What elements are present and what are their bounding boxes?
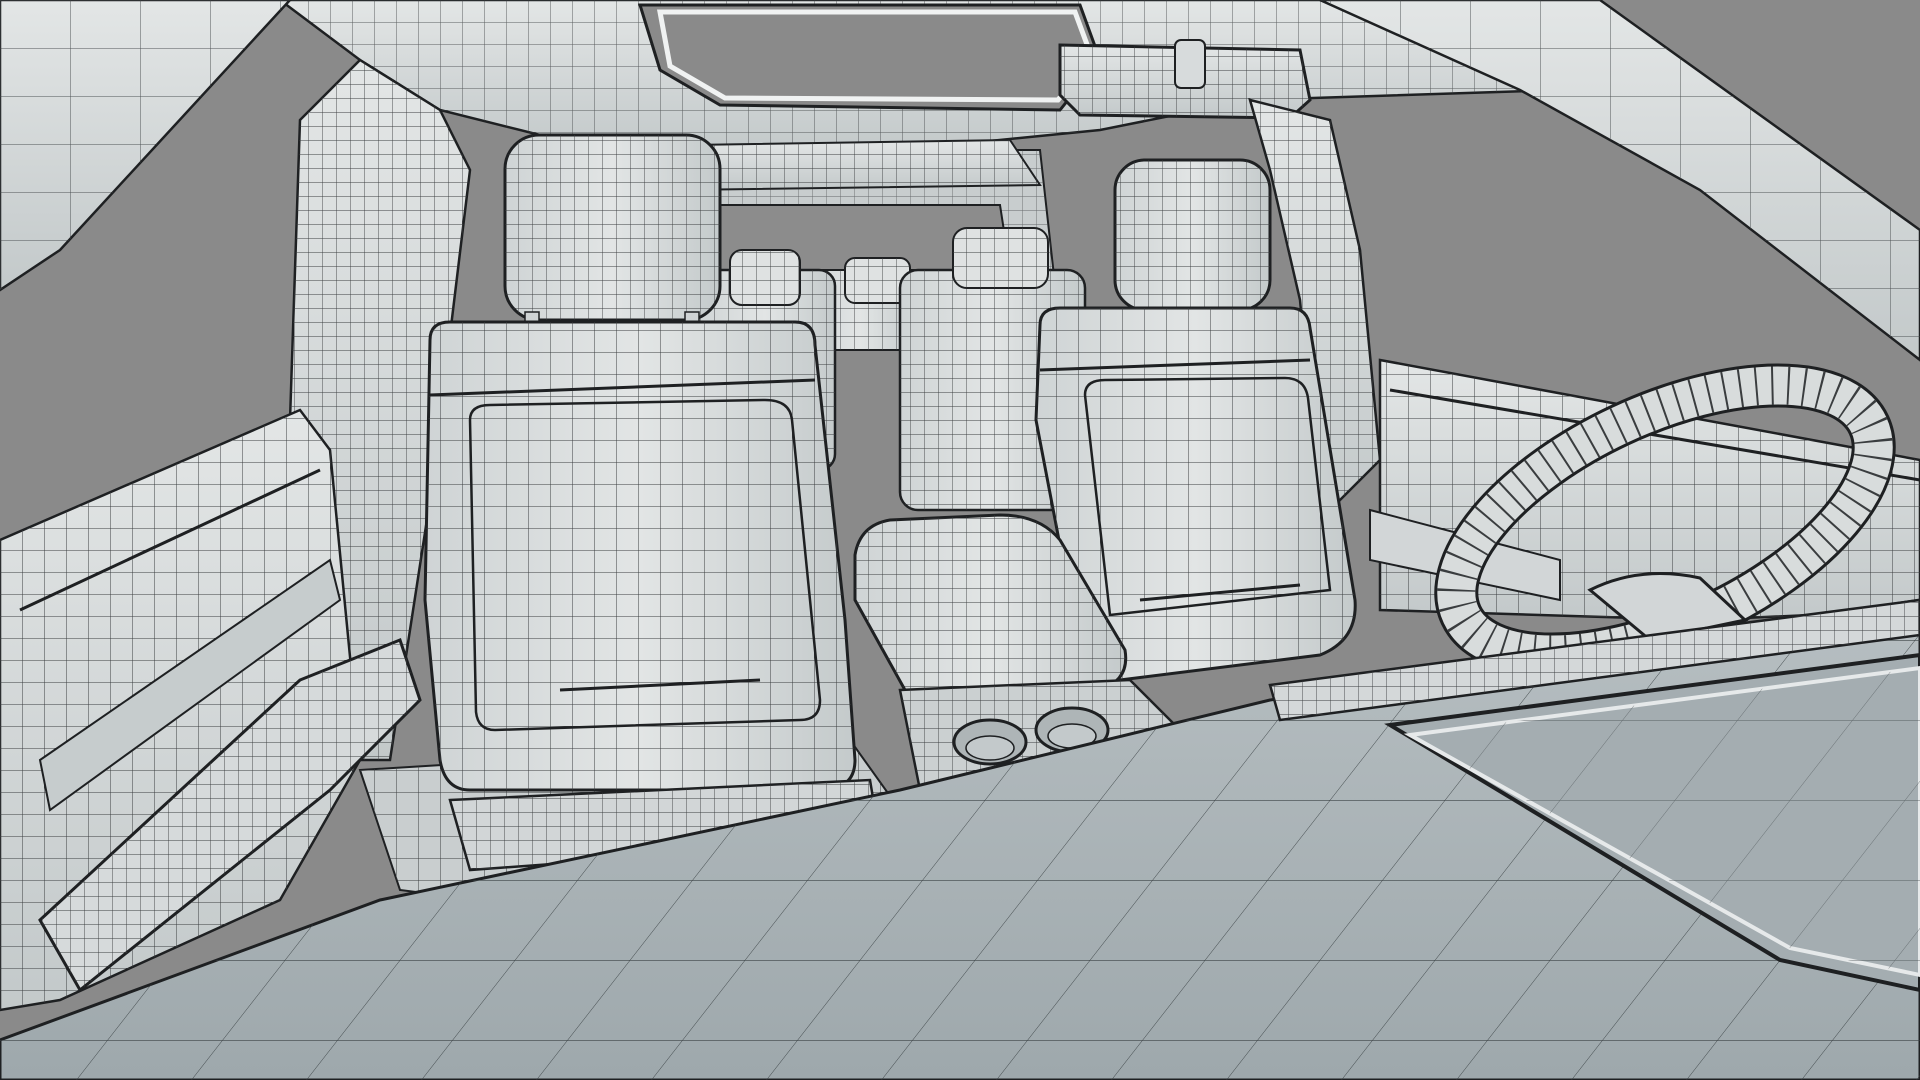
- sunroof-opening: [637, 3, 1102, 112]
- vehicle-interior-wireframe: [0, 0, 1920, 1080]
- viewport-3d[interactable]: [0, 0, 1920, 1080]
